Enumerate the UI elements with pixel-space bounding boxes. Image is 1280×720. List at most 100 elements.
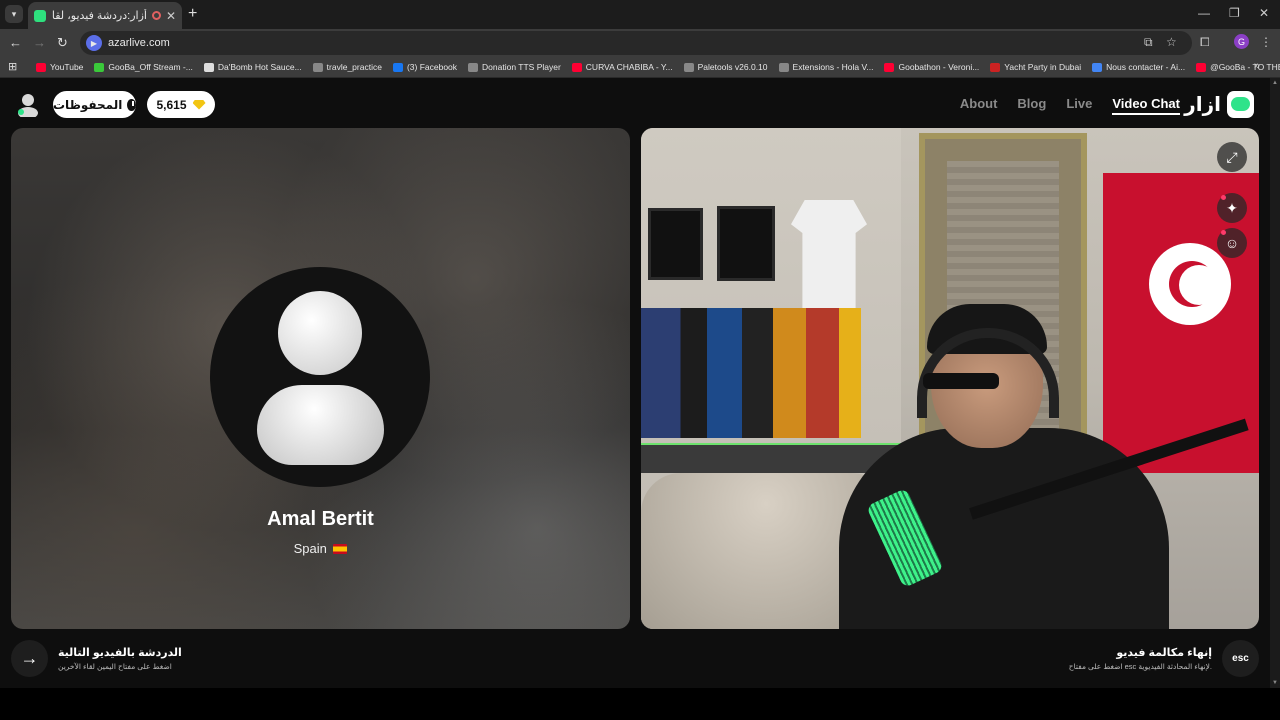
cast-icon[interactable]: ⧉ [1144, 35, 1153, 50]
next-chat-hint: اضغط على مفتاح اليمين لقاء الآخرين [58, 662, 172, 671]
bookmark-favicon-icon [312, 62, 323, 72]
browser-tab-bar: ▾ أزار:دردشة فيديو، لقاء الأصدقاء ✕ + — … [0, 0, 1280, 29]
effects-notification-dot [1221, 195, 1226, 200]
bookmark-item[interactable]: CURVA CHABIBA - Y... [571, 62, 673, 72]
avatar-head [278, 291, 362, 375]
bookmark-item[interactable]: Paletools v26.0.10 [683, 62, 768, 72]
bookmark-favicon-icon [1196, 62, 1207, 72]
wall-frame [648, 208, 703, 280]
next-chat-button[interactable]: → [11, 640, 48, 677]
azar-logo[interactable]: ازار [1184, 91, 1254, 118]
saved-label: المحفوظات [53, 97, 123, 112]
bookmark-item[interactable]: GooBa_Off Stream -... [94, 62, 193, 72]
logo-mark-icon [1227, 91, 1254, 118]
nav-blog[interactable]: Blog [1017, 96, 1046, 115]
bookmarks-bar: ⊞ YouTube GooBa_Off Stream -... Da'Bomb Ho… [0, 56, 1280, 78]
back-icon[interactable]: ← [9, 35, 22, 50]
extensions-icon[interactable]: ⧠ [1200, 35, 1210, 50]
bookmark-label: travle_practice [326, 62, 382, 72]
azar-page: المحفوظات 5,615 About Blog Live Video Ch… [0, 78, 1280, 688]
bookmark-label: Nous contacter - Ai... [1106, 62, 1186, 72]
apps-grid-icon[interactable]: ⊞ [8, 60, 17, 73]
nav-about[interactable]: About [960, 96, 998, 115]
clock-icon [127, 98, 136, 111]
end-call-title: إنهاء مكالمة فيديو [1116, 647, 1212, 659]
close-window-icon[interactable]: ✕ [1259, 6, 1269, 20]
bookmark-favicon-icon [36, 62, 46, 72]
page-scrollbar[interactable]: ▲ ▼ [1270, 78, 1280, 688]
bookmark-item[interactable]: Donation TTS Player [468, 62, 561, 72]
peer-name: Amal Bertit [267, 508, 374, 530]
url-text: azarlive.com [108, 37, 170, 49]
bookmark-item[interactable]: Yacht Party in Dubai [990, 62, 1081, 72]
bookmark-item[interactable]: Extensions - Hola V... [778, 62, 873, 72]
tab-title: أزار:دردشة فيديو، لقاء الأصدقاء [52, 10, 147, 22]
saved-button[interactable]: المحفوظات [53, 91, 136, 118]
profile-avatar[interactable]: G [1234, 34, 1249, 49]
bookmark-favicon-icon [571, 62, 582, 72]
framed-jersey [791, 200, 867, 310]
bookmark-label: CURVA CHABIBA - Y... [585, 62, 673, 72]
self-video-panel: ⤢ ✦ ☺ [641, 128, 1259, 629]
minimize-icon[interactable]: — [1198, 6, 1210, 20]
nav-live[interactable]: Live [1066, 96, 1092, 115]
bookmark-item[interactable]: @GooBa - TO THE... [1196, 62, 1280, 72]
bookmark-item[interactable]: travle_practice [312, 62, 382, 72]
bookmark-label: (3) Facebook [406, 62, 458, 72]
close-tab-icon[interactable]: ✕ [166, 9, 176, 23]
bookmark-item[interactable]: Goobathon - Veroni... [884, 62, 979, 72]
arrow-right-icon: → [20, 648, 39, 668]
bottom-strip [0, 688, 1280, 720]
bookmark-favicon-icon [884, 62, 895, 72]
scroll-down-icon[interactable]: ▼ [1272, 680, 1278, 686]
bookmark-favicon-icon [203, 62, 214, 72]
nav-video-chat[interactable]: Video Chat [1112, 96, 1180, 115]
flag-crescent-cut [1179, 265, 1219, 305]
menu-dots-icon[interactable]: ⋮ [1260, 35, 1272, 49]
gem-icon [192, 99, 206, 110]
recording-indicator-icon [151, 11, 161, 20]
end-call-button[interactable]: esc [1222, 640, 1259, 677]
peer-avatar [210, 267, 430, 487]
bookmark-list: YouTube GooBa_Off Stream -... Da'Bomb Hot … [36, 56, 1280, 78]
bookmarks-overflow-icon[interactable]: » [1254, 60, 1260, 72]
bookmark-item[interactable]: Da'Bomb Hot Sauce... [203, 62, 302, 72]
bookmark-favicon-icon [990, 62, 1001, 72]
azar-favicon-icon [34, 9, 46, 22]
scroll-up-icon[interactable]: ▲ [1272, 80, 1278, 86]
bookmark-star-icon[interactable]: ☆ [1166, 35, 1177, 49]
bookmark-label: Da'Bomb Hot Sauce... [217, 62, 302, 72]
bookmark-label: GooBa_Off Stream -... [108, 62, 193, 72]
tab-search-button[interactable]: ▾ [5, 5, 23, 23]
bookmark-label: YouTube [50, 62, 84, 72]
browser-tab[interactable]: أزار:دردشة فيديو، لقاء الأصدقاء ✕ [28, 2, 182, 29]
avatar-body [257, 385, 384, 465]
bookmark-favicon-icon [94, 62, 105, 72]
user-profile-icon[interactable] [17, 93, 39, 117]
bookmark-favicon-icon [468, 62, 479, 72]
bookmark-item[interactable]: (3) Facebook [392, 62, 458, 72]
bookmark-label: Paletools v26.0.10 [697, 62, 768, 72]
bookmark-label: Donation TTS Player [482, 62, 561, 72]
wall-frame [717, 206, 775, 281]
minimize-video-icon[interactable]: ⤢ [1217, 142, 1247, 172]
bookmark-label: Goobathon - Veroni... [898, 62, 980, 72]
scarf-shelf [641, 308, 861, 438]
restore-icon[interactable]: ❐ [1229, 6, 1240, 20]
peer-video-panel: Amal Bertit Spain [11, 128, 630, 629]
forward-icon[interactable]: → [33, 35, 46, 50]
desk [641, 443, 901, 473]
new-tab-button[interactable]: + [188, 5, 197, 23]
sunglasses [923, 373, 999, 389]
bookmark-item[interactable]: YouTube [36, 62, 83, 72]
gems-button[interactable]: 5,615 [147, 91, 215, 118]
site-info-icon[interactable]: ▶ [86, 35, 102, 51]
gems-count: 5,615 [156, 97, 187, 112]
reload-icon[interactable]: ↻ [57, 35, 68, 51]
filter-notification-dot [1221, 230, 1226, 235]
omnibox[interactable]: ▶ azarlive.com [80, 31, 1192, 55]
bookmark-item[interactable]: Nous contacter - Ai... [1092, 62, 1185, 72]
bookmark-label: Yacht Party in Dubai [1004, 62, 1082, 72]
next-chat-title: الدردشة بالفيديو التالية [58, 647, 182, 659]
bookmark-favicon-icon [778, 62, 789, 72]
